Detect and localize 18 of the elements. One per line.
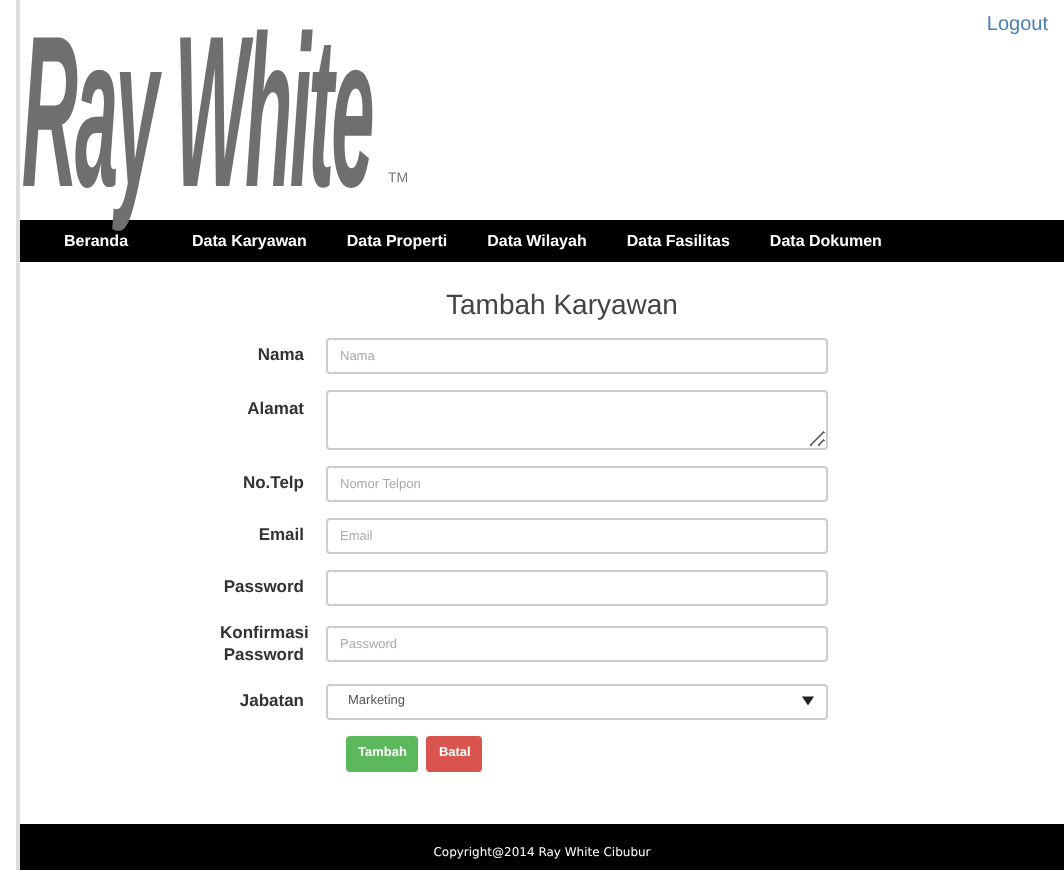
nav-item[interactable]: Data Dokumen [769,232,882,250]
nav-item[interactable]: Data Properti [346,232,448,250]
input-field[interactable] [326,570,828,606]
nav-item[interactable]: Data Karyawan [192,232,307,250]
caret-icon [802,696,814,707]
form-title: Tambah Karyawan [444,288,680,320]
field-label: Nama [255,344,306,368]
nav-item[interactable]: Data Fasilitas [626,232,730,250]
nav-item[interactable]: Beranda [64,232,129,250]
nav-item[interactable]: Data Wilayah [487,232,587,250]
field-label: Password [221,576,306,600]
text-area[interactable] [326,390,828,450]
field-label: Email [256,524,306,548]
field-label: Jabatan [237,690,306,714]
field-label: No.Telp [240,472,306,496]
field-label: Alamat [245,396,306,421]
logout-link[interactable]: Logout [986,14,1048,38]
field-label: Konfirmasi Password [218,622,311,668]
